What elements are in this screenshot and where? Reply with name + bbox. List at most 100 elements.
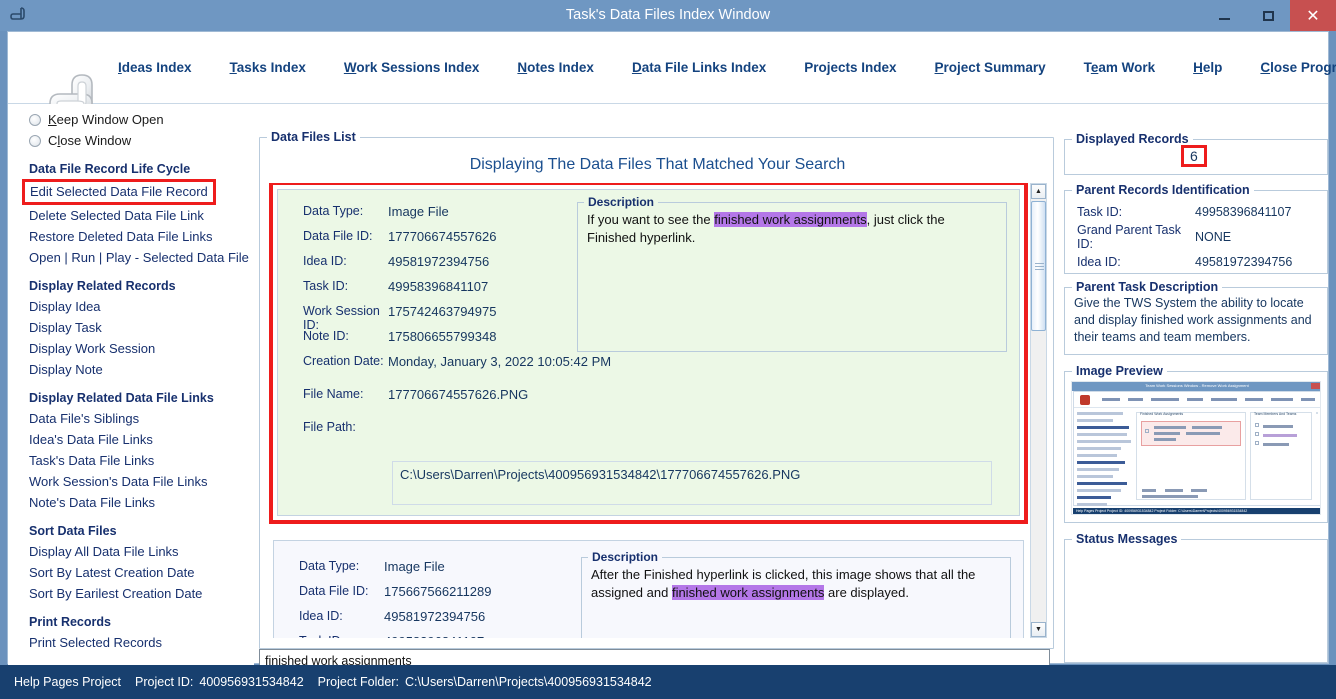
- parent-task-description-text: Give the TWS System the ability to locat…: [1074, 296, 1312, 344]
- parent-row-grand-parent-task-id: Grand Parent Task ID: NONE: [1065, 223, 1327, 251]
- menu-item-close-program[interactable]: Close Program: [1260, 60, 1336, 75]
- title-bar: Task's Data Files Index Window ✕: [0, 0, 1336, 31]
- value-data-type: Image File: [388, 204, 449, 219]
- value-task-id: 49958396841107: [388, 279, 489, 294]
- label-file-path: File Path:: [303, 420, 356, 434]
- radio-label: Close Window: [48, 133, 132, 148]
- label-task-id: Task ID:: [303, 279, 349, 293]
- sidebar-heading-sort-data-files: Sort Data Files: [29, 524, 117, 538]
- status-project-folder-label: Project Folder:: [317, 675, 399, 689]
- menu-item-help[interactable]: Help: [1193, 60, 1222, 75]
- scrollbar-thumb[interactable]: [1031, 201, 1046, 331]
- value-data-file-id: 177706674557626: [388, 229, 497, 244]
- preview-mini-body: Finished Work Assignments Team Members A…: [1073, 391, 1320, 513]
- value-idea-id: 49581972394756: [384, 609, 486, 624]
- label-note-id: Note ID:: [303, 329, 349, 343]
- close-button[interactable]: ✕: [1290, 0, 1336, 31]
- record-row-1[interactable]: Data Type: Image File Data File ID: 177706…: [269, 183, 1028, 524]
- sidebar-item-display-note[interactable]: Display Note: [29, 359, 254, 380]
- preview-mini-column-2: Team Members And Teams: [1250, 412, 1312, 500]
- sidebar-item-open-run-play-selected-data-file[interactable]: Open | Run | Play - Selected Data File: [29, 247, 254, 268]
- sidebar-item-work-sessions-data-file-links[interactable]: Work Session's Data File Links: [29, 471, 254, 492]
- record-row-2[interactable]: Data Type: Image File Data File ID: 175667…: [273, 540, 1024, 638]
- displayed-records-count: 6: [1181, 145, 1207, 167]
- value-idea-id: 49581972394756: [388, 254, 490, 269]
- parent-records-identification-group: Parent Records Identification Task ID: 49…: [1064, 183, 1328, 274]
- menu-item-project-summary[interactable]: Project Summary: [935, 60, 1046, 75]
- window-controls: ✕: [1202, 0, 1336, 31]
- description-text-1: If you want to see the finished work ass…: [587, 212, 945, 245]
- maximize-button[interactable]: [1246, 0, 1290, 31]
- menu-item-ideas-index[interactable]: Ideas Index: [118, 60, 192, 75]
- status-project-name: Help Pages Project: [14, 675, 122, 689]
- sidebar-item-notes-data-file-links[interactable]: Note's Data File Links: [29, 492, 254, 513]
- sidebar-item-edit-selected-data-file-record[interactable]: Edit Selected Data File Record: [22, 179, 216, 205]
- sidebar-item-tasks-data-file-links[interactable]: Task's Data File Links: [29, 450, 254, 471]
- image-preview-group: Image Preview Team Work Sessions Window …: [1064, 364, 1328, 523]
- scroll-down-arrow-icon[interactable]: ▼: [1031, 622, 1046, 637]
- label-data-type: Data Type:: [299, 559, 360, 573]
- sidebar-item-display-task[interactable]: Display Task: [29, 317, 254, 338]
- menu-item-team-work[interactable]: Team Work: [1084, 60, 1156, 75]
- menu-item-work-sessions-index[interactable]: Work Sessions Index: [344, 60, 480, 75]
- scroll-up-arrow-icon[interactable]: ▲: [1031, 184, 1046, 199]
- label-data-file-id: Data File ID:: [299, 584, 369, 598]
- parent-row-task-id: Task ID: 49958396841107: [1065, 199, 1327, 224]
- menu-item-data-file-links-index[interactable]: Data File Links Index: [632, 60, 766, 75]
- value-creation-date: Monday, January 3, 2022 10:05:42 PM: [388, 354, 612, 369]
- application-window: Task's Data Files Index Window ✕ Ideas I…: [0, 0, 1336, 699]
- label-data-file-id: Data File ID:: [303, 229, 373, 243]
- label-idea-id: Idea ID:: [303, 254, 347, 268]
- description-legend: Description: [584, 195, 659, 209]
- menu-item-tasks-index[interactable]: Tasks Index: [230, 60, 306, 75]
- parent-task-description-group: Parent Task Description Give the TWS Sys…: [1064, 280, 1328, 355]
- sidebar-item-sort-by-latest-creation-date[interactable]: Sort By Latest Creation Date: [29, 562, 254, 583]
- record-description-2: Description After the Finished hyperlink…: [581, 550, 1011, 638]
- sidebar-heading-display-related-records: Display Related Records: [29, 279, 176, 293]
- image-preview-thumbnail[interactable]: Team Work Sessions Window - Remove Work …: [1071, 381, 1321, 515]
- sidebar-heading-print-records: Print Records: [29, 615, 111, 629]
- label-idea-id: Idea ID:: [299, 609, 343, 623]
- value-note-id: 175806655799348: [388, 329, 497, 344]
- status-messages-legend: Status Messages: [1072, 532, 1182, 546]
- label-creation-date: Creation Date:: [303, 354, 384, 368]
- sidebar-item-restore-deleted-data-file-links[interactable]: Restore Deleted Data File Links: [29, 226, 254, 247]
- scrollbar-grip-icon: [1035, 263, 1044, 270]
- status-messages-group: Status Messages: [1064, 532, 1328, 663]
- radio-label: Keep Window Open: [48, 112, 164, 127]
- value-file-name: 177706674557626.PNG: [388, 387, 529, 402]
- minimize-button[interactable]: [1202, 0, 1246, 31]
- radio-keep-window-open[interactable]: Keep Window Open: [29, 109, 254, 130]
- records-scroll-area[interactable]: Data Type: Image File Data File ID: 177706…: [266, 183, 1033, 638]
- value-grand-parent-task-id: NONE: [1195, 229, 1232, 244]
- menu-item-projects-index[interactable]: Projects Index: [804, 60, 896, 75]
- sidebar-item-display-idea[interactable]: Display Idea: [29, 296, 254, 317]
- radio-close-window[interactable]: Close Window: [29, 130, 254, 151]
- sidebar-item-data-files-siblings[interactable]: Data File's Siblings: [29, 408, 254, 429]
- sidebar-item-delete-selected-data-file-link[interactable]: Delete Selected Data File Link: [29, 205, 254, 226]
- main-panel: Data Files List Displaying The Data File…: [255, 107, 1058, 665]
- preview-mini-logo-icon: [1080, 395, 1090, 405]
- value-idea-id: 49581972394756: [1195, 254, 1293, 269]
- sidebar-heading-display-related-data-file-links: Display Related Data File Links: [29, 391, 214, 405]
- sidebar-item-ideas-data-file-links[interactable]: Idea's Data File Links: [29, 429, 254, 450]
- records-vertical-scrollbar[interactable]: ▲ ▼: [1030, 183, 1047, 638]
- preview-mini-window: Team Work Sessions Window - Remove Work …: [1072, 382, 1320, 514]
- sidebar-item-display-work-session[interactable]: Display Work Session: [29, 338, 254, 359]
- preview-mini-column-1: Finished Work Assignments: [1136, 412, 1246, 500]
- menu-item-notes-index[interactable]: Notes Index: [517, 60, 594, 75]
- record-description-1: Description If you want to see the finis…: [577, 195, 1007, 352]
- sidebar-item-display-all-data-file-links[interactable]: Display All Data File Links: [29, 541, 254, 562]
- sidebar-item-sort-by-earliest-creation-date[interactable]: Sort By Earilest Creation Date: [29, 583, 254, 604]
- sidebar-item-print-selected-records[interactable]: Print Selected Records: [29, 632, 254, 653]
- window-title: Task's Data Files Index Window: [565, 7, 771, 23]
- label-task-id: Task ID:: [1077, 204, 1123, 219]
- label-file-name: File Name:: [303, 387, 364, 401]
- search-match-highlight: finished work assignments: [671, 585, 825, 600]
- value-task-id: 49958396841107: [384, 634, 484, 638]
- parent-records-legend: Parent Records Identification: [1072, 183, 1254, 197]
- sidebar: Keep Window Open Close Window Data File …: [8, 104, 254, 665]
- status-bar: Help Pages Project Project ID: 400956931…: [0, 665, 1336, 699]
- radio-icon: [29, 134, 41, 147]
- image-preview-legend: Image Preview: [1072, 364, 1167, 378]
